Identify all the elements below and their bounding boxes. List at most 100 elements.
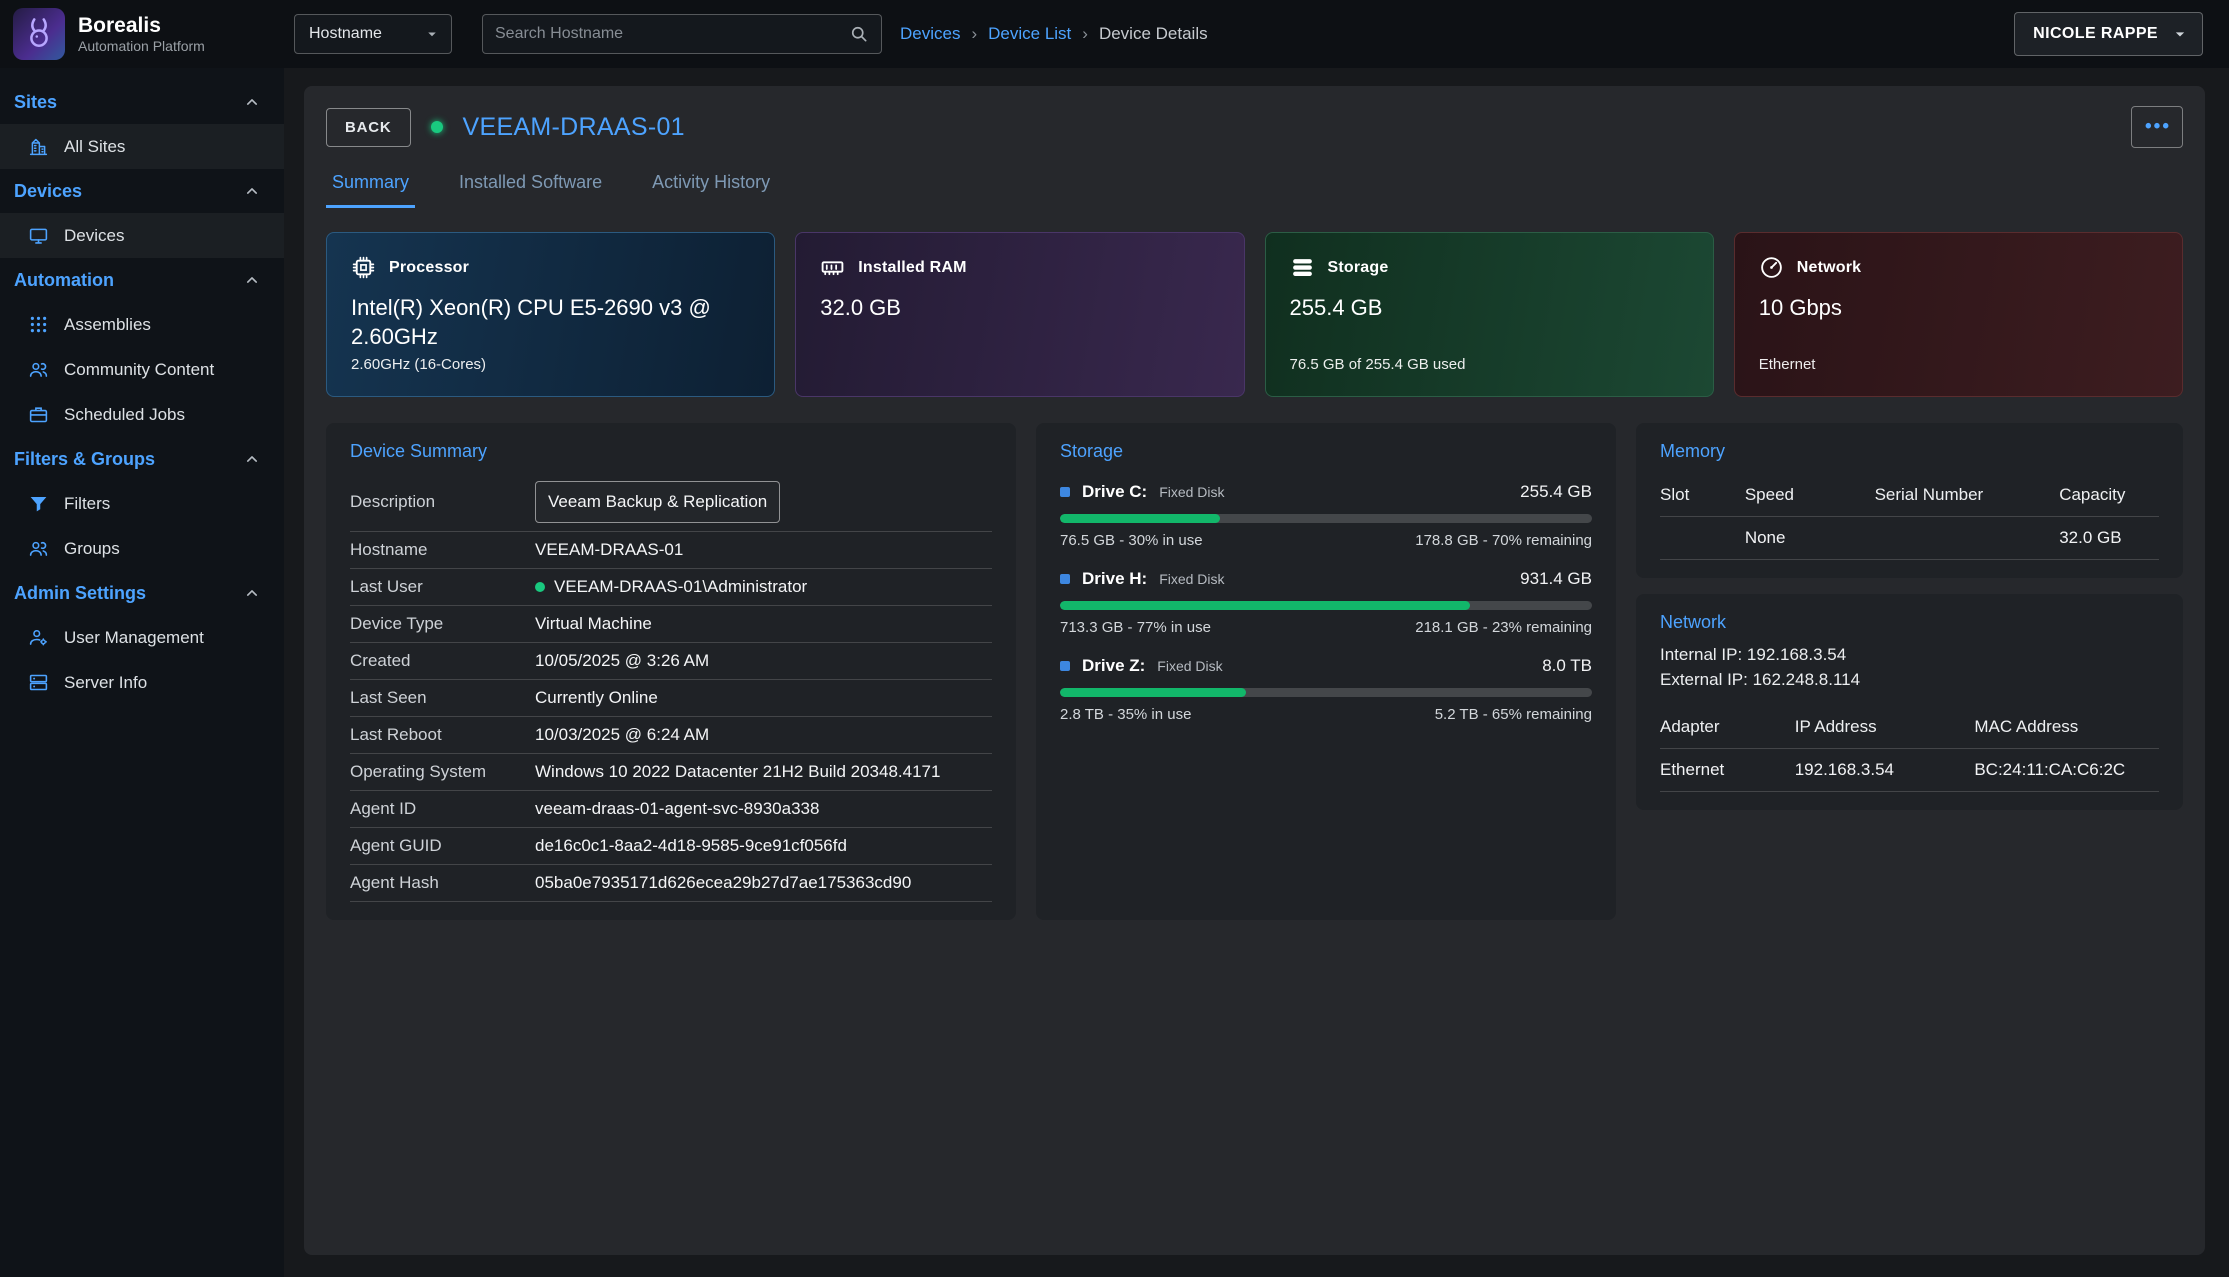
search-field-dropdown[interactable]: Hostname (294, 14, 452, 54)
sidebar-item-label: Groups (64, 539, 120, 559)
search-field-dropdown-value: Hostname (309, 25, 382, 43)
back-button[interactable]: BACK (326, 108, 411, 147)
network-footer: Ethernet (1759, 356, 2158, 374)
user-gear-icon (28, 627, 49, 648)
sidebar-item-assemblies[interactable]: Assemblies (0, 302, 284, 347)
installed-ram-card: Installed RAM 32.0 GB (795, 232, 1244, 397)
main-page: BACK VEEAM-DRAAS-01 ••• Summary Installe… (284, 68, 2229, 1277)
sidebar-item-scheduled-jobs[interactable]: Scheduled Jobs (0, 392, 284, 437)
sidebar-section-devices[interactable]: Devices (0, 169, 284, 213)
sidebar-item-all-sites[interactable]: All Sites (0, 124, 284, 169)
hostname-searchbox (482, 14, 882, 54)
device-summary-panel: Device Summary Description Hostname VEEA… (326, 423, 1016, 920)
drive-used-text: 76.5 GB - 30% in use (1060, 532, 1203, 549)
sidebar-item-community-content[interactable]: Community Content (0, 347, 284, 392)
topbar: Borealis Automation Platform Hostname De… (0, 0, 2229, 68)
device-summary-table: Description Hostname VEEAM-DRAAS-01 Last… (350, 472, 992, 902)
sidebar-item-label: Community Content (64, 360, 214, 380)
chevron-down-icon (2170, 24, 2190, 44)
network-header-ip: IP Address (1795, 706, 1975, 749)
search-input[interactable] (495, 25, 849, 43)
people-icon (28, 538, 49, 559)
drive-bullet-icon (1060, 661, 1070, 671)
drive-bullet-icon (1060, 574, 1070, 584)
more-actions-button[interactable]: ••• (2131, 106, 2183, 148)
sidebar-section-automation[interactable]: Automation (0, 258, 284, 302)
row-label: Description (350, 492, 535, 512)
processor-card: Processor Intel(R) Xeon(R) CPU E5-2690 v… (326, 232, 775, 397)
tab-summary[interactable]: Summary (326, 160, 415, 208)
rabbit-icon (20, 15, 58, 53)
app-name: Borealis (78, 14, 205, 38)
memory-header-speed: Speed (1745, 474, 1875, 517)
cpu-icon (351, 255, 376, 280)
detail-columns: Device Summary Description Hostname VEEA… (326, 423, 2183, 920)
drive-usage-bar (1060, 514, 1592, 523)
sidebar-item-server-info[interactable]: Server Info (0, 660, 284, 705)
breadcrumb-devices[interactable]: Devices (900, 24, 960, 44)
breadcrumb-device-list[interactable]: Device List (988, 24, 1071, 44)
device-details-panel: BACK VEEAM-DRAAS-01 ••• Summary Installe… (304, 86, 2205, 1255)
summary-row-last-user: Last User VEEAM-DRAAS-01\Administrator (350, 569, 992, 606)
sidebar-section-filters-groups[interactable]: Filters & Groups (0, 437, 284, 481)
storage-value: 255.4 GB (1290, 294, 1689, 323)
card-title: Storage (1328, 259, 1389, 277)
sidebar-item-filters[interactable]: Filters (0, 481, 284, 526)
processor-footer: 2.60GHz (16-Cores) (351, 356, 750, 374)
sidebar-item-groups[interactable]: Groups (0, 526, 284, 571)
memory-cell-serial (1875, 517, 2060, 560)
summary-row-created: Created 10/05/2025 @ 3:26 AM (350, 643, 992, 680)
summary-row-agent-guid: Agent GUID de16c0c1-8aa2-4d18-9585-9ce91… (350, 828, 992, 865)
summary-row-device-type: Device Type Virtual Machine (350, 606, 992, 643)
breadcrumb-separator: › (1082, 24, 1088, 44)
tab-activity-history[interactable]: Activity History (646, 160, 776, 208)
drive-usage-bar (1060, 601, 1592, 610)
chevron-up-icon (242, 181, 262, 201)
tab-installed-software[interactable]: Installed Software (453, 160, 608, 208)
sidebar-item-label: Scheduled Jobs (64, 405, 185, 425)
people-icon (28, 359, 49, 380)
section-label: Automation (14, 270, 114, 291)
drive-h: Drive H: Fixed Disk 931.4 GB 713.3 GB - … (1060, 569, 1592, 636)
sidebar-item-user-management[interactable]: User Management (0, 615, 284, 660)
ram-value: 32.0 GB (820, 294, 1219, 323)
gauge-icon (1759, 255, 1784, 280)
right-column: Memory Slot Speed Serial Number Capacity… (1636, 423, 2183, 810)
card-title: Processor (389, 259, 469, 277)
network-ips: Internal IP: 192.168.3.54 External IP: 1… (1660, 643, 2159, 692)
summary-row-last-reboot: Last Reboot 10/03/2025 @ 6:24 AM (350, 717, 992, 754)
building-icon (28, 136, 49, 157)
memory-cell-slot (1660, 517, 1745, 560)
server-icon (28, 672, 49, 693)
network-card: Network 10 Gbps Ethernet (1734, 232, 2183, 397)
card-title: Installed RAM (858, 259, 966, 277)
memory-header-capacity: Capacity (2059, 474, 2159, 517)
network-adapters-table: Adapter IP Address MAC Address Ethernet … (1660, 706, 2159, 792)
sidebar-section-admin-settings[interactable]: Admin Settings (0, 571, 284, 615)
description-input[interactable] (535, 481, 780, 523)
breadcrumb: Devices › Device List › Device Details (900, 24, 1208, 44)
sidebar: Sites All Sites Devices Devices Automati… (0, 68, 284, 1277)
drive-usage-fill (1060, 601, 1470, 610)
stat-cards: Processor Intel(R) Xeon(R) CPU E5-2690 v… (326, 232, 2183, 397)
sidebar-item-devices[interactable]: Devices (0, 213, 284, 258)
drive-bullet-icon (1060, 487, 1070, 497)
user-menu-button[interactable]: NICOLE RAPPE (2014, 12, 2203, 56)
drive-used-text: 713.3 GB - 77% in use (1060, 619, 1211, 636)
sidebar-item-label: Devices (64, 226, 124, 246)
sidebar-item-label: Filters (64, 494, 110, 514)
sidebar-section-sites[interactable]: Sites (0, 80, 284, 124)
summary-row-agent-hash: Agent Hash 05ba0e7935171d626ecea29b27d7a… (350, 865, 992, 902)
chevron-up-icon (242, 92, 262, 112)
sidebar-item-label: Assemblies (64, 315, 151, 335)
caret-down-icon (423, 25, 441, 43)
processor-value: Intel(R) Xeon(R) CPU E5-2690 v3 @ 2.60GH… (351, 294, 750, 351)
memory-cell-speed: None (1745, 517, 1875, 560)
summary-row-description: Description (350, 472, 992, 532)
drive-remaining-text: 218.1 GB - 23% remaining (1415, 619, 1592, 636)
section-label: Admin Settings (14, 583, 146, 604)
summary-row-agent-id: Agent ID veeam-draas-01-agent-svc-8930a3… (350, 791, 992, 828)
borealis-logo (13, 8, 65, 60)
app-root: Borealis Automation Platform Hostname De… (0, 0, 2229, 1277)
storage-footer: 76.5 GB of 255.4 GB used (1290, 356, 1689, 374)
